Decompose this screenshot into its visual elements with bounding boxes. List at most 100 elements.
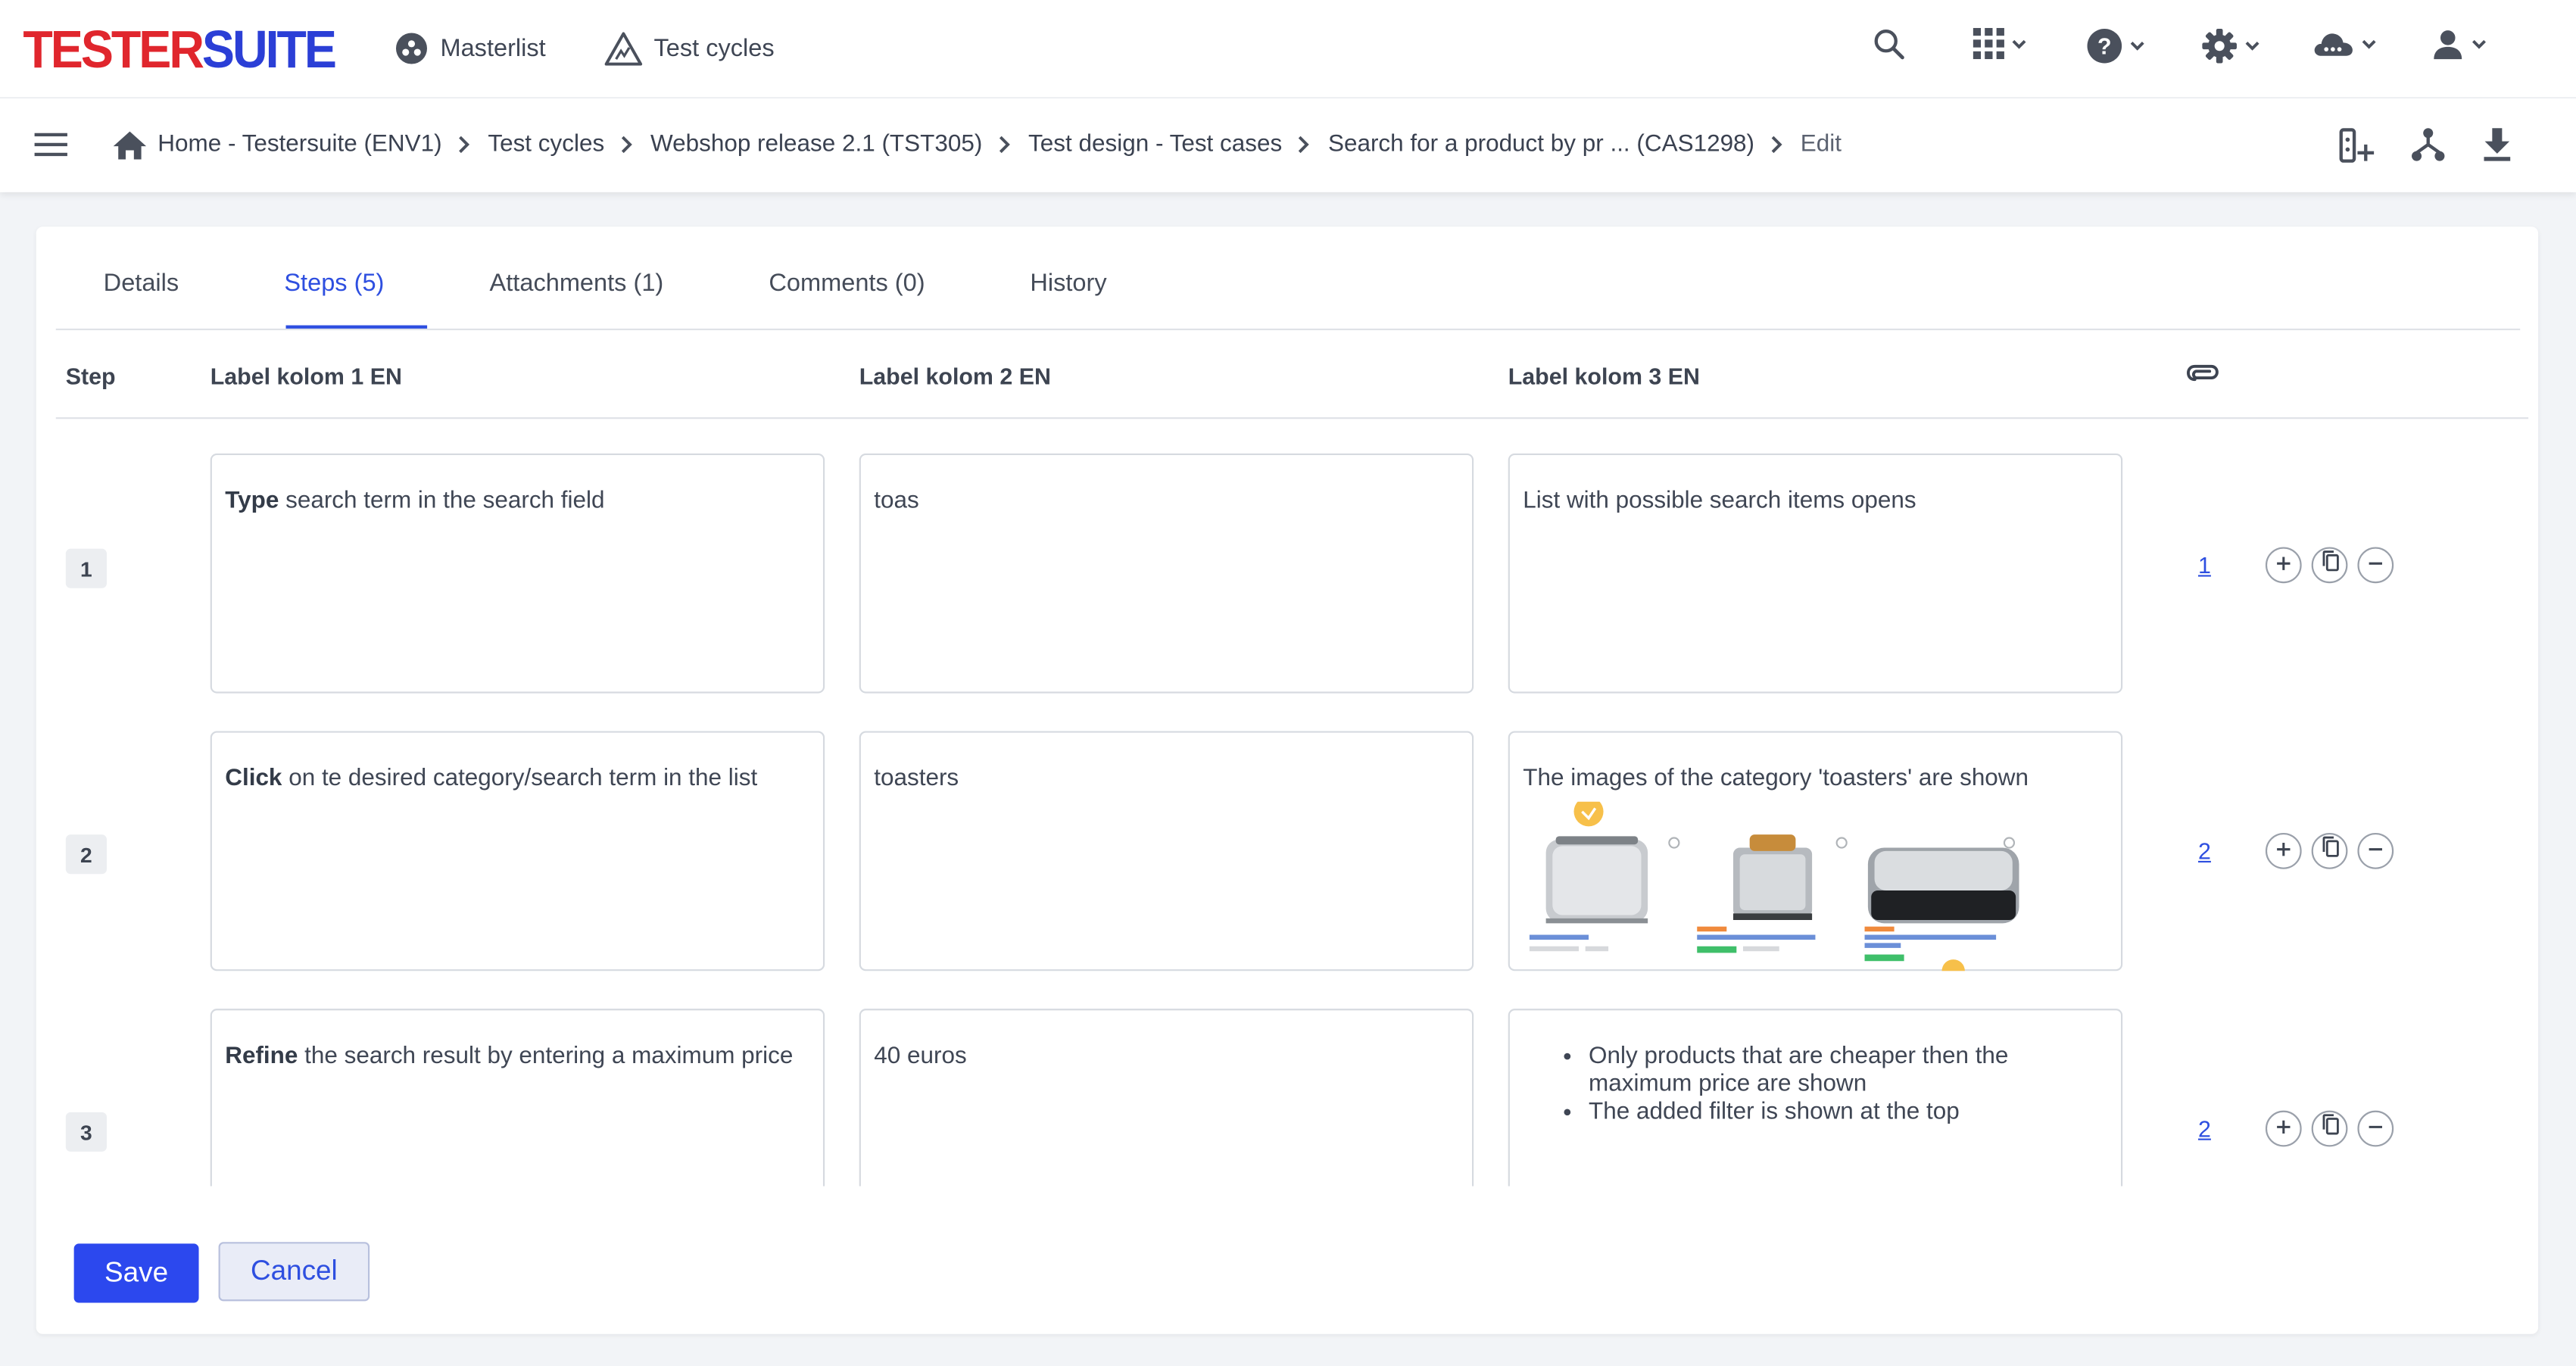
hierarchy-button[interactable] bbox=[2410, 126, 2447, 171]
attachment-count-link[interactable]: 2 bbox=[2198, 1115, 2211, 1142]
tab-details[interactable]: Details bbox=[104, 270, 179, 298]
chevron-right-icon bbox=[619, 135, 632, 154]
breadcrumb-home[interactable]: Home - Testersuite (ENV1) bbox=[157, 132, 441, 158]
header-divider bbox=[0, 97, 2576, 99]
plus-icon bbox=[2275, 1114, 2292, 1143]
remove-step-button[interactable] bbox=[2357, 833, 2394, 869]
list-item: Only products that are cheaper then the … bbox=[1589, 1043, 2108, 1099]
tab-history[interactable]: History bbox=[1030, 270, 1106, 298]
settings-icon bbox=[2201, 28, 2238, 64]
attachment-count-link[interactable]: 1 bbox=[2198, 552, 2211, 579]
chevron-down-icon bbox=[2011, 37, 2028, 50]
minus-icon bbox=[2367, 1114, 2384, 1143]
masterlist-icon bbox=[395, 30, 429, 65]
step-action-verb: Click bbox=[225, 766, 282, 792]
copy-step-button[interactable] bbox=[2311, 547, 2348, 584]
download-button[interactable] bbox=[2481, 126, 2513, 171]
chevron-right-icon bbox=[457, 135, 469, 154]
remove-step-button[interactable] bbox=[2357, 1110, 2394, 1147]
add-step-button[interactable] bbox=[2265, 1110, 2302, 1147]
breadcrumb-current: Edit bbox=[1800, 131, 1842, 158]
search-button[interactable] bbox=[1873, 28, 1905, 61]
tab-comments[interactable]: Comments (0) bbox=[769, 270, 925, 298]
copy-step-button[interactable] bbox=[2311, 833, 2348, 869]
cloud-icon bbox=[2312, 28, 2354, 61]
hierarchy-icon bbox=[2410, 128, 2447, 170]
paperclip-icon bbox=[2185, 361, 2222, 389]
step-expected-field[interactable]: The images of the category 'toasters' ar… bbox=[1508, 731, 2123, 983]
minus-icon bbox=[2367, 836, 2384, 865]
chevron-right-icon bbox=[997, 135, 1010, 154]
breadcrumb-test-cycles[interactable]: Test cycles bbox=[488, 132, 604, 158]
step-action-verb: Refine bbox=[225, 1043, 298, 1070]
app-root: TESTER SUITE Masterlist Test cycles ? Ho… bbox=[0, 0, 2576, 1366]
step-number: 3 bbox=[65, 1112, 108, 1152]
user-menu-button[interactable] bbox=[2431, 28, 2487, 61]
add-item-button[interactable] bbox=[2337, 126, 2377, 173]
svg-text:?: ? bbox=[2097, 35, 2112, 60]
step-input-field[interactable]: toasters bbox=[859, 731, 1474, 971]
steps-card: Details Steps (5) Attachments (1) Commen… bbox=[36, 226, 2539, 1334]
chevron-right-icon bbox=[1770, 135, 1782, 154]
cancel-button[interactable]: Cancel bbox=[218, 1242, 370, 1302]
plus-icon bbox=[2275, 836, 2292, 865]
column-header-step: Step bbox=[65, 363, 116, 390]
steps-list: 1 Type search term in the search field t… bbox=[36, 419, 2538, 1187]
settings-menu-button[interactable] bbox=[2201, 28, 2260, 64]
toasters-screenshot-image bbox=[1520, 797, 2114, 983]
chevron-down-icon bbox=[2471, 38, 2487, 51]
copy-step-button[interactable] bbox=[2311, 1110, 2348, 1147]
chevron-down-icon bbox=[2361, 38, 2378, 51]
nav-masterlist[interactable]: Masterlist bbox=[395, 25, 546, 71]
download-icon bbox=[2481, 128, 2513, 170]
step-expected-field[interactable]: List with possible search items opens bbox=[1508, 453, 2123, 694]
minus-icon bbox=[2367, 550, 2384, 580]
cloud-menu-button[interactable] bbox=[2312, 28, 2378, 61]
remove-step-button[interactable] bbox=[2357, 547, 2394, 584]
help-menu-button[interactable]: ? bbox=[2086, 28, 2145, 64]
logo-part-suite: SUITE bbox=[201, 18, 337, 79]
hamburger-icon bbox=[34, 133, 67, 164]
column-header-col2: Label kolom 2 EN bbox=[859, 363, 1051, 390]
testersuite-logo[interactable]: TESTER SUITE bbox=[23, 18, 337, 79]
step-action-field[interactable]: Click on te desired category/search term… bbox=[210, 731, 825, 971]
tab-attachments[interactable]: Attachments (1) bbox=[490, 270, 664, 298]
column-header-col3: Label kolom 3 EN bbox=[1508, 363, 1700, 390]
save-button[interactable]: Save bbox=[73, 1243, 199, 1303]
step-action-text: the search result by entering a maximum … bbox=[298, 1043, 794, 1070]
tab-steps[interactable]: Steps (5) bbox=[284, 270, 384, 298]
breadcrumb-webshop-release[interactable]: Webshop release 2.1 (TST305) bbox=[650, 132, 982, 158]
step-expected-field[interactable]: Only products that are cheaper then the … bbox=[1508, 1009, 2123, 1187]
column-header-col1: Label kolom 1 EN bbox=[210, 363, 402, 390]
home-icon[interactable] bbox=[112, 129, 148, 160]
step-action-field[interactable]: Refine the search result by entering a m… bbox=[210, 1009, 825, 1187]
breadcrumb-test-design[interactable]: Test design - Test cases bbox=[1028, 132, 1282, 158]
user-icon bbox=[2431, 28, 2464, 61]
step-actions bbox=[2265, 547, 2394, 584]
nav-masterlist-label: Masterlist bbox=[440, 33, 546, 62]
step-action-field[interactable]: Type search term in the search field bbox=[210, 453, 825, 694]
nav-test-cycles[interactable]: Test cycles bbox=[604, 25, 775, 71]
apps-grid-icon bbox=[1973, 27, 2004, 60]
apps-menu-button[interactable] bbox=[1973, 27, 2028, 60]
step-actions bbox=[2265, 1110, 2394, 1147]
step-input-field[interactable]: 40 euros bbox=[859, 1009, 1474, 1187]
add-step-button[interactable] bbox=[2265, 833, 2302, 869]
add-step-button[interactable] bbox=[2265, 547, 2302, 584]
add-item-icon bbox=[2337, 128, 2377, 171]
step-action-text: search term in the search field bbox=[279, 488, 605, 515]
step-number: 1 bbox=[65, 548, 108, 588]
copy-icon bbox=[2321, 550, 2339, 580]
breadcrumb: Home - Testersuite (ENV1) Test cycles We… bbox=[112, 125, 1842, 164]
step-input-field[interactable]: toas bbox=[859, 453, 1474, 694]
breadcrumb-test-case[interactable]: Search for a product by pr ... (CAS1298) bbox=[1328, 132, 1754, 158]
step-action-verb: Type bbox=[225, 488, 279, 515]
help-icon: ? bbox=[2086, 28, 2122, 64]
search-icon bbox=[1873, 28, 1905, 61]
active-tab-indicator bbox=[285, 325, 428, 329]
menu-toggle-button[interactable] bbox=[34, 132, 67, 167]
step-number: 2 bbox=[65, 834, 108, 875]
step-action-text: on te desired category/search term in th… bbox=[282, 766, 758, 792]
attachment-count-link[interactable]: 2 bbox=[2198, 838, 2211, 865]
chevron-down-icon bbox=[2244, 39, 2261, 52]
